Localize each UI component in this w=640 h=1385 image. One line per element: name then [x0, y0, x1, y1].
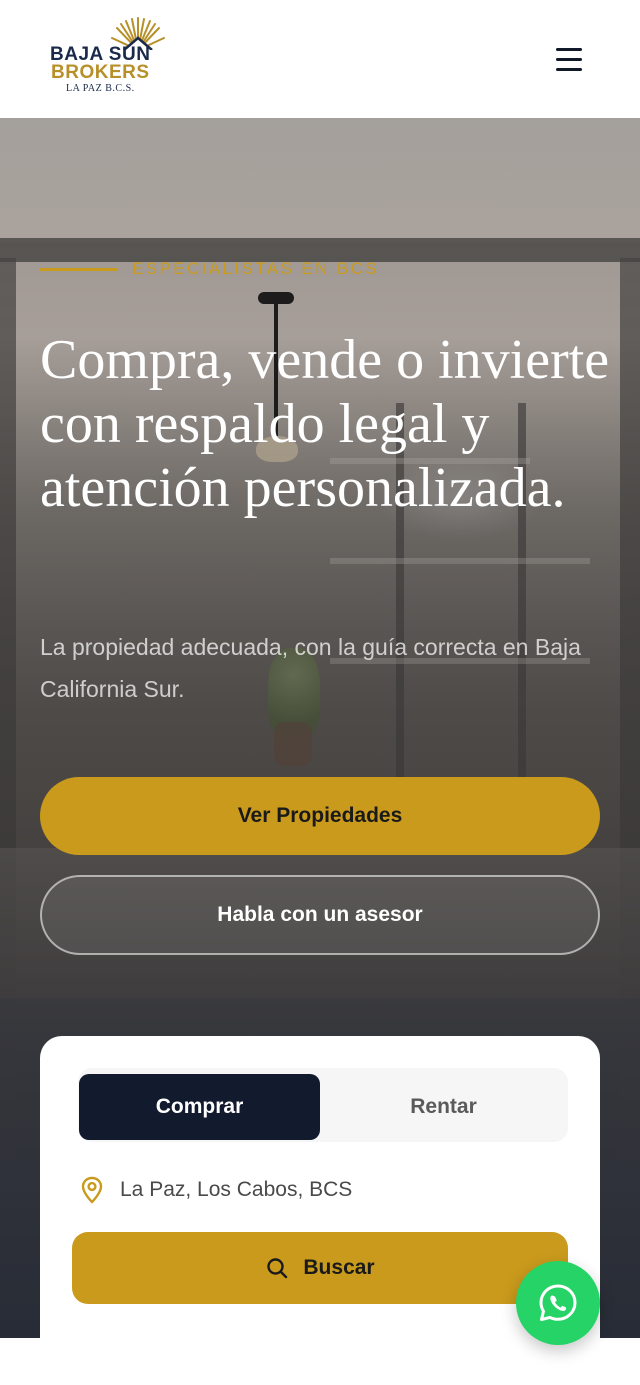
hero-eyebrow: ESPECIALISTAS EN BCS: [40, 259, 379, 279]
search-card: Comprar Rentar La Paz, Los Cabos, BCS Bu…: [40, 1036, 600, 1338]
page-bottom: [0, 1338, 640, 1385]
logo-text-location: LA PAZ B.C.S.: [66, 83, 135, 94]
search-tabs: Comprar Rentar: [78, 1068, 568, 1142]
site-header: BAJA SUN BROKERS LA PAZ B.C.S.: [0, 0, 640, 118]
hero-headline: Compra, vende o invierte con respaldo le…: [40, 329, 610, 519]
talk-to-advisor-button[interactable]: Habla con un asesor: [40, 875, 600, 955]
location-text: La Paz, Los Cabos, BCS: [120, 1178, 353, 1201]
tab-comprar[interactable]: Comprar: [79, 1074, 320, 1140]
eyebrow-text: ESPECIALISTAS EN BCS: [132, 259, 380, 278]
brand-logo[interactable]: BAJA SUN BROKERS LA PAZ B.C.S.: [50, 14, 170, 98]
search-button[interactable]: Buscar: [72, 1232, 568, 1304]
hero-subtitle: La propiedad adecuada, con la guía corre…: [40, 634, 581, 702]
search-button-label: Buscar: [303, 1256, 375, 1279]
hamburger-menu-icon[interactable]: [552, 44, 586, 74]
whatsapp-button[interactable]: [516, 1261, 600, 1345]
tab-rentar[interactable]: Rentar: [323, 1074, 564, 1140]
eyebrow-rule: [40, 267, 118, 271]
view-properties-button[interactable]: Ver Propiedades: [40, 777, 600, 855]
logo-text-brokers: BROKERS: [51, 62, 150, 83]
search-icon: [267, 1258, 288, 1279]
map-pin-icon: [81, 1176, 103, 1204]
whatsapp-icon: [539, 1284, 577, 1321]
location-field[interactable]: La Paz, Los Cabos, BCS: [80, 1174, 352, 1206]
